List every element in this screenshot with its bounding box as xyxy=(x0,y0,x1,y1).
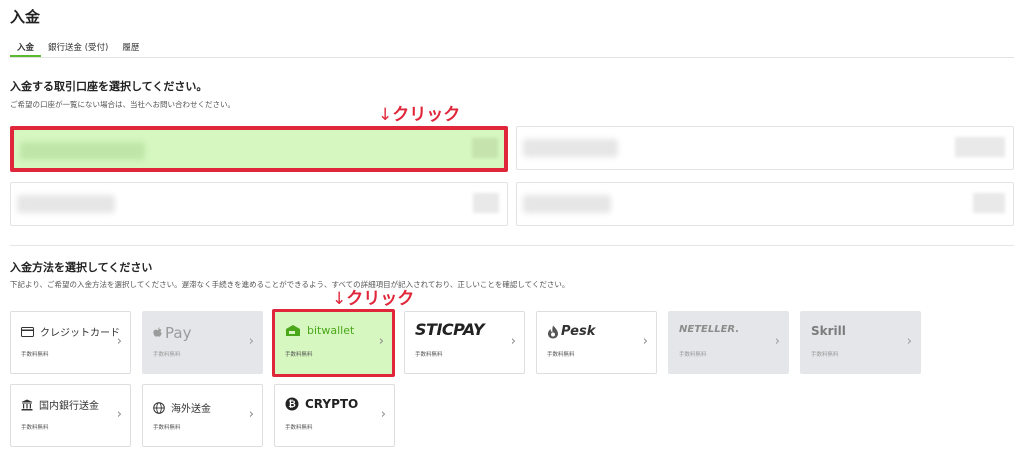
chevron-right-icon: › xyxy=(380,407,386,422)
account-card-1[interactable] xyxy=(10,126,508,172)
chevron-right-icon: › xyxy=(906,334,912,349)
fee-label: 手数料無料 xyxy=(153,425,181,431)
chevron-right-icon: › xyxy=(378,334,384,349)
tab-history[interactable]: 履歴 xyxy=(115,38,146,57)
chevron-right-icon: › xyxy=(116,334,122,349)
account-badge-redacted xyxy=(973,193,1005,213)
account-badge-redacted xyxy=(472,138,498,158)
chevron-right-icon: › xyxy=(116,407,122,422)
down-arrow-icon: ↓ xyxy=(378,105,393,125)
chevron-right-icon: › xyxy=(774,334,780,349)
fee-label: 手数料無料 xyxy=(21,352,49,358)
chevron-right-icon: › xyxy=(248,334,254,349)
tab-bank-transfer-received[interactable]: 銀行送金 (受付) xyxy=(41,38,115,57)
tab-deposit[interactable]: 入金 xyxy=(10,38,42,57)
globe-icon xyxy=(153,401,165,414)
method-label: STICPAY xyxy=(415,320,485,339)
chevron-right-icon: › xyxy=(642,334,648,349)
method-label: CRYPTO xyxy=(305,397,359,411)
fee-label: 手数料無料 xyxy=(285,352,313,358)
fee-label: 手数料無料 xyxy=(21,425,49,431)
page-title: 入金 xyxy=(10,8,41,26)
credit-card-icon xyxy=(21,326,34,337)
account-badge-redacted xyxy=(955,137,1005,157)
methods-section-title: 入金方法を選択してください xyxy=(10,261,153,274)
method-overseas-transfer[interactable]: 海外送金 手数料無料 › xyxy=(142,384,263,447)
method-label: Pay xyxy=(165,324,192,342)
chevron-right-icon: › xyxy=(248,407,254,422)
account-name-redacted xyxy=(17,195,115,213)
section-divider xyxy=(10,245,1014,246)
method-pesk[interactable]: Pesk 手数料無料 › xyxy=(536,311,657,374)
accounts-section-title: 入金する取引口座を選択してください。 xyxy=(10,80,208,93)
method-domestic-bank-transfer[interactable]: 国内銀行送金 手数料無料 › xyxy=(10,384,131,447)
account-name-redacted xyxy=(20,142,145,160)
down-arrow-icon: ↓ xyxy=(332,289,347,309)
account-card-4[interactable] xyxy=(516,182,1014,226)
bitcoin-icon: ₿ xyxy=(285,397,299,411)
method-apple-pay[interactable]: Pay 手数料無料 › xyxy=(142,311,263,374)
method-label: クレジットカード xyxy=(40,328,120,339)
account-card-2[interactable] xyxy=(516,126,1014,170)
account-card-3[interactable] xyxy=(10,182,508,226)
accounts-section-description: ご希望の口座が一覧にない場合は、当社へお問い合わせください。 xyxy=(10,100,235,109)
fee-label: 手数料無料 xyxy=(679,352,707,358)
method-label: 国内銀行送金 xyxy=(39,401,99,412)
method-neteller[interactable]: NETELLER. 手数料無料 › xyxy=(668,311,789,374)
chevron-right-icon: › xyxy=(510,334,516,349)
fee-label: 手数料無料 xyxy=(811,352,839,358)
account-name-redacted xyxy=(523,139,618,157)
method-credit-card[interactable]: クレジットカード 手数料無料 › xyxy=(10,311,131,374)
fee-label: 手数料無料 xyxy=(415,352,443,358)
click-annotation-methods: ↓クリック xyxy=(332,289,415,309)
svg-text:₿: ₿ xyxy=(288,399,295,410)
fee-label: 手数料無料 xyxy=(547,352,575,358)
fee-label: 手数料無料 xyxy=(285,425,313,431)
pesk-flame-icon xyxy=(548,325,558,338)
method-label: 海外送金 xyxy=(171,404,211,415)
fee-label: 手数料無料 xyxy=(153,352,181,358)
click-annotation-accounts: ↓クリック xyxy=(378,105,461,125)
account-name-redacted xyxy=(523,195,611,213)
bitwallet-icon xyxy=(286,325,300,336)
method-label: Skrill xyxy=(811,324,846,338)
methods-section-description: 下記より、ご希望の入金方法を選択してください。遅滞なく手続きを進めることができる… xyxy=(10,280,570,289)
method-label: NETELLER. xyxy=(679,324,740,335)
method-label: Pesk xyxy=(561,324,596,339)
bank-icon xyxy=(21,399,33,410)
apple-icon xyxy=(153,327,162,337)
method-crypto[interactable]: ₿ CRYPTO 手数料無料 › xyxy=(274,384,395,447)
method-bitwallet[interactable]: bitwallet 手数料無料 › xyxy=(272,309,395,377)
method-sticpay[interactable]: STICPAY 手数料無料 › xyxy=(404,311,525,374)
account-badge-redacted xyxy=(473,193,499,213)
tab-bar: 入金 銀行送金 (受付) 履歴 xyxy=(10,38,1014,58)
method-label: bitwallet xyxy=(307,324,355,337)
method-skrill[interactable]: Skrill 手数料無料 › xyxy=(800,311,921,374)
